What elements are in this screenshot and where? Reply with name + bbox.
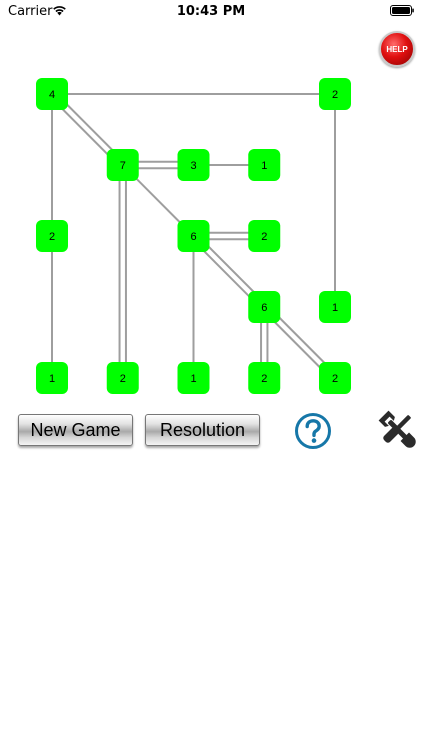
island-e[interactable]: 1: [248, 149, 281, 181]
island-value: 6: [190, 231, 196, 243]
resolution-label: Resolution: [159, 419, 246, 440]
island-value: 6: [261, 302, 267, 314]
island-value: 1: [332, 302, 338, 314]
island-value: 1: [49, 373, 55, 385]
island-value: 2: [120, 373, 126, 385]
island-value: 2: [332, 89, 338, 101]
game-board[interactable]: 4 2 7 3 1 2 6 2 6 1 1 2 1 2 2: [0, 0, 422, 420]
island-j[interactable]: 1: [319, 291, 351, 323]
island-value: 4: [49, 89, 55, 101]
island-a[interactable]: 4: [36, 78, 68, 110]
question-icon[interactable]: [294, 412, 332, 450]
island-i[interactable]: 6: [248, 291, 281, 323]
island-h[interactable]: 2: [248, 220, 281, 252]
island-value: 1: [190, 373, 196, 385]
new-game-label: New Game: [30, 419, 121, 440]
island-b[interactable]: 2: [319, 78, 351, 110]
island-f[interactable]: 2: [36, 220, 68, 252]
island-l[interactable]: 2: [106, 362, 139, 394]
island-value: 3: [190, 160, 196, 172]
island-g[interactable]: 6: [177, 220, 210, 252]
island-value: 1: [261, 160, 267, 172]
island-value: 2: [261, 373, 267, 385]
island-value: 7: [120, 160, 126, 172]
new-game-button[interactable]: New Game: [18, 414, 133, 446]
island-value: 2: [261, 231, 267, 243]
tools-icon[interactable]: [376, 408, 418, 450]
island-n[interactable]: 2: [248, 362, 281, 394]
island-o[interactable]: 2: [319, 362, 351, 394]
island-value: 2: [332, 373, 338, 385]
island-value: 2: [49, 231, 55, 243]
island-k[interactable]: 1: [36, 362, 68, 394]
resolution-button[interactable]: Resolution: [145, 414, 260, 446]
island-m[interactable]: 1: [177, 362, 210, 394]
island-d[interactable]: 3: [177, 149, 210, 181]
island-c[interactable]: 7: [106, 149, 139, 181]
